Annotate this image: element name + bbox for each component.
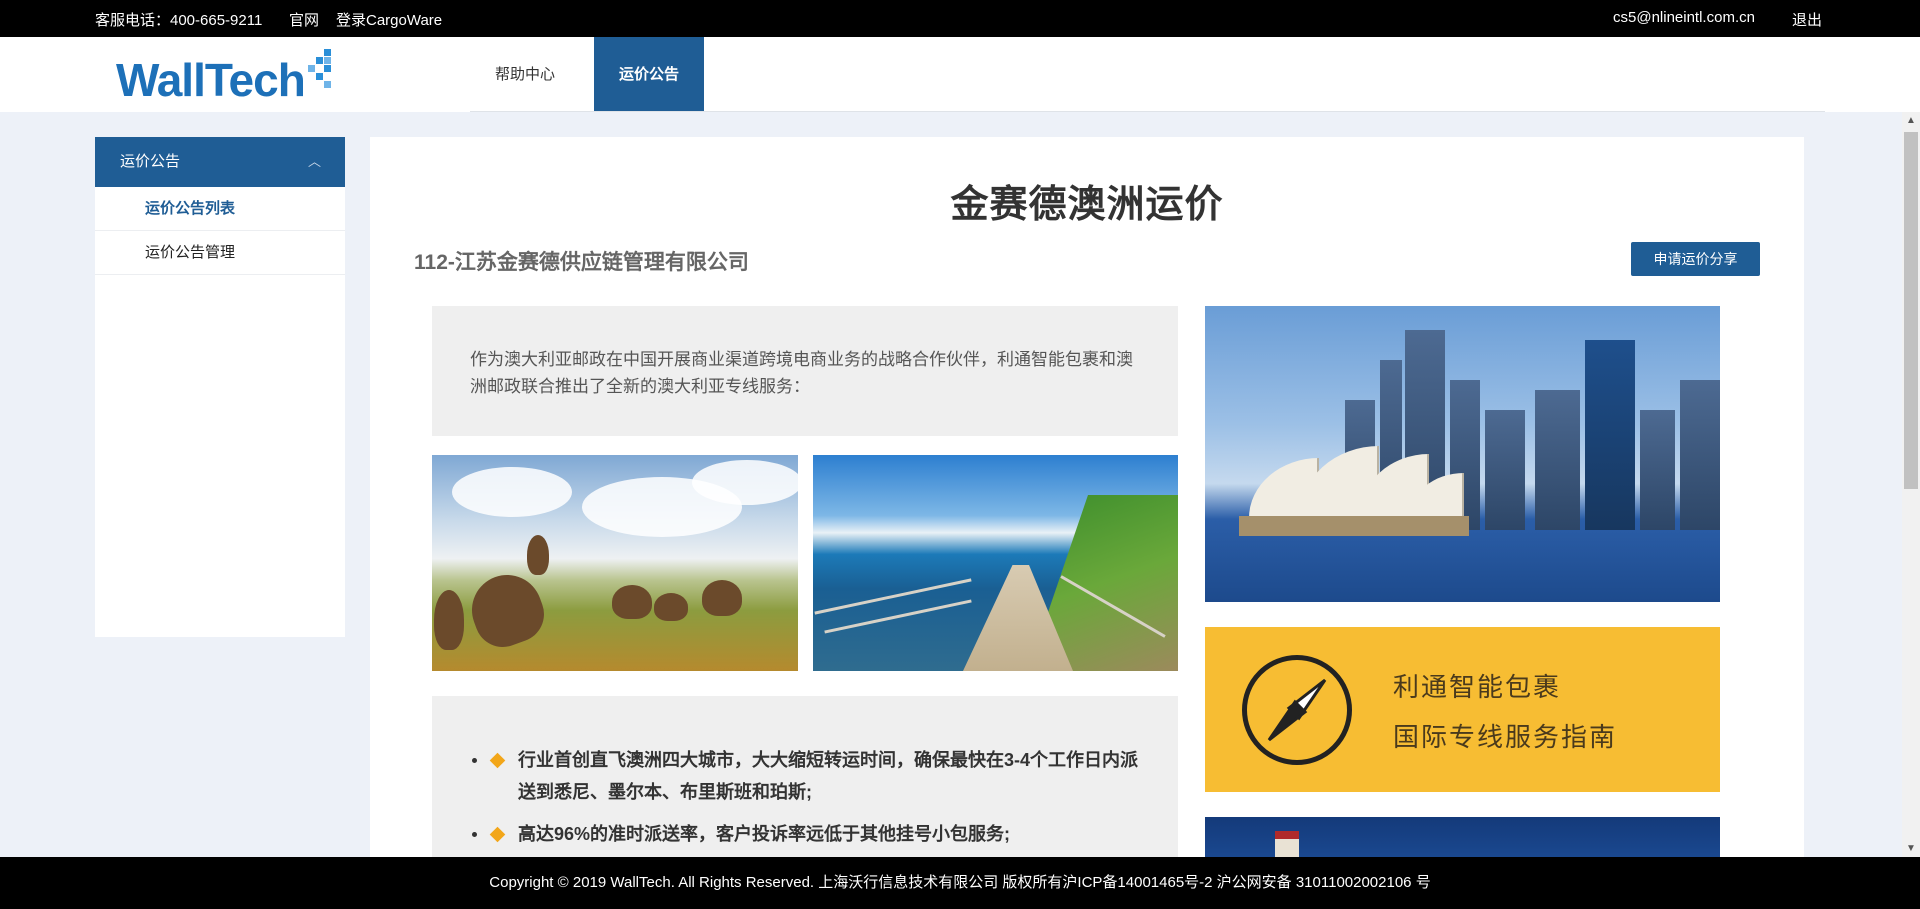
compass-icon bbox=[1242, 655, 1352, 765]
feature-text: 高达96%的准时派送率，客户投诉率远低于其他挂号小包服务; bbox=[518, 824, 1011, 844]
apply-share-button[interactable]: 申请运价分享 bbox=[1631, 242, 1760, 276]
sidebar-section-title: 运价公告 bbox=[120, 153, 181, 170]
kangaroo-photo bbox=[432, 455, 798, 671]
company-name: 112-江苏金赛德供应链管理有限公司 bbox=[414, 251, 749, 274]
intro-text: 作为澳大利亚邮政在中国开展商业渠道跨境电商业务的战略合作伙伴，利通智能包裹和澳洲… bbox=[470, 350, 1133, 396]
service-guide-banner[interactable]: 利通智能包裹 国际专线服务指南 bbox=[1205, 627, 1720, 792]
service-phone: 客服电话：400-665-9211 bbox=[95, 12, 263, 29]
header-divider bbox=[470, 111, 1825, 112]
sydney-skyline-photo bbox=[1205, 306, 1720, 602]
feature-text: 行业首创直飞澳洲四大城市，大大缩短转运时间，确保最快在3-4个工作日内派送到悉尼… bbox=[518, 750, 1139, 802]
notice-content-card: 金赛德澳洲运价 112-江苏金赛德供应链管理有限公司 申请运价分享 作为澳大利亚… bbox=[370, 137, 1804, 857]
scroll-up-arrow-icon[interactable]: ▲ bbox=[1902, 112, 1920, 129]
sidebar-item-price-notice-manage[interactable]: 运价公告管理 bbox=[95, 231, 345, 275]
diamond-icon bbox=[489, 752, 506, 769]
sidebar-section-header[interactable]: 运价公告 ︿ bbox=[95, 137, 345, 187]
sidebar-item-price-notice-list[interactable]: 运价公告列表 bbox=[95, 187, 345, 231]
nav-price-notice[interactable]: 运价公告 bbox=[594, 37, 704, 112]
footer: Copyright © 2019 WallTech. All Rights Re… bbox=[0, 857, 1920, 909]
user-email: cs5@nlineintl.com.cn bbox=[1613, 9, 1755, 26]
scroll-down-arrow-icon[interactable]: ▼ bbox=[1902, 840, 1920, 857]
logo-dots-icon bbox=[294, 49, 334, 89]
chevron-up-icon: ︿ bbox=[307, 154, 321, 169]
vertical-scrollbar[interactable]: ▲ ▼ bbox=[1902, 112, 1920, 857]
sidebar: 运价公告 ︿ 运价公告列表 运价公告管理 bbox=[95, 137, 345, 637]
nav-help-center[interactable]: 帮助中心 bbox=[470, 37, 580, 112]
feature-item: 行业首创直飞澳洲四大城市，大大缩短转运时间，确保最快在3-4个工作日内派送到悉尼… bbox=[472, 744, 1148, 808]
features-box: 行业首创直飞澳洲四大城市，大大缩短转运时间，确保最快在3-4个工作日内派送到悉尼… bbox=[432, 696, 1178, 857]
walltech-logo[interactable]: WallTech bbox=[116, 49, 336, 106]
feature-item: 高达96%的准时派送率，客户投诉率远低于其他挂号小包服务; bbox=[472, 818, 1148, 850]
bullet-icon bbox=[472, 832, 477, 837]
bullet-icon bbox=[472, 758, 477, 763]
page-title: 金赛德澳洲运价 bbox=[950, 184, 1224, 226]
scroll-thumb[interactable] bbox=[1904, 132, 1918, 489]
intro-box: 作为澳大利亚邮政在中国开展商业渠道跨境电商业务的战略合作伙伴，利通智能包裹和澳洲… bbox=[432, 306, 1178, 436]
copyright-text: Copyright © 2019 WallTech. All Rights Re… bbox=[489, 874, 1431, 891]
login-cargoware-link[interactable]: 登录CargoWare bbox=[336, 9, 442, 30]
logout-link[interactable]: 退出 bbox=[1792, 9, 1822, 30]
guide-title-line2: 国际专线服务指南 bbox=[1393, 723, 1618, 753]
lighthouse-photo bbox=[1205, 817, 1720, 857]
diamond-icon bbox=[489, 826, 506, 843]
official-site-link[interactable]: 官网 bbox=[289, 9, 319, 30]
logo-text: WallTech bbox=[116, 54, 306, 106]
header: WallTech 帮助中心 运价公告 bbox=[0, 37, 1920, 112]
coastal-walkway-photo bbox=[813, 455, 1178, 671]
guide-title-line1: 利通智能包裹 bbox=[1393, 673, 1562, 703]
top-bar: 客服电话：400-665-9211 官网 登录CargoWare cs5@nli… bbox=[0, 0, 1920, 37]
